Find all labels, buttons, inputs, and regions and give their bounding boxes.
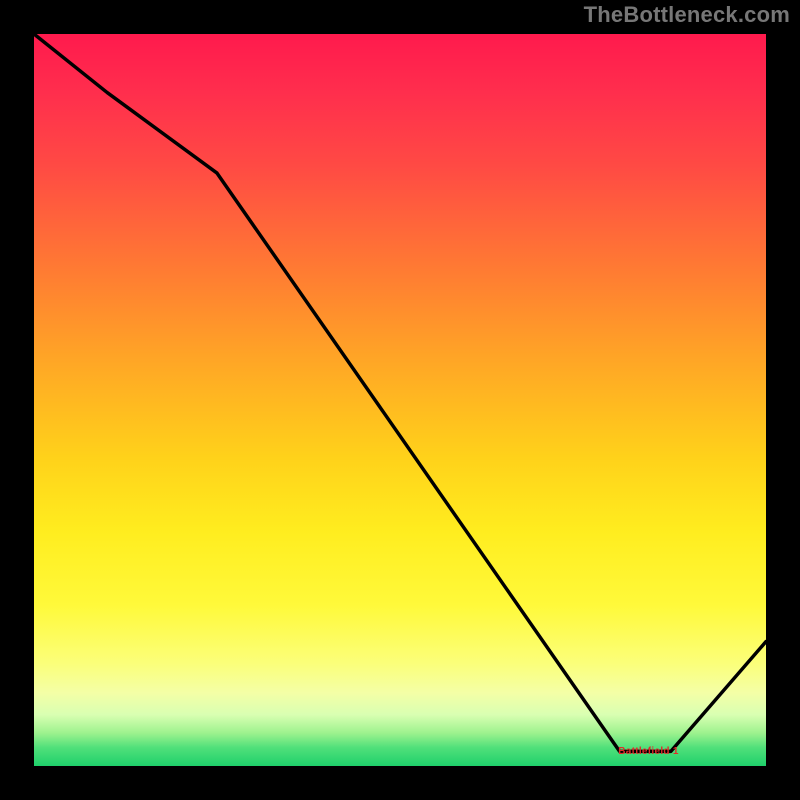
watermark-text: TheBottleneck.com bbox=[584, 2, 790, 28]
bottleneck-curve bbox=[34, 34, 766, 766]
chart-container: TheBottleneck.com Battlefield 1 bbox=[0, 0, 800, 800]
annotation-battlefield-1: Battlefield 1 bbox=[618, 746, 679, 757]
plot-area: Battlefield 1 bbox=[30, 30, 770, 770]
